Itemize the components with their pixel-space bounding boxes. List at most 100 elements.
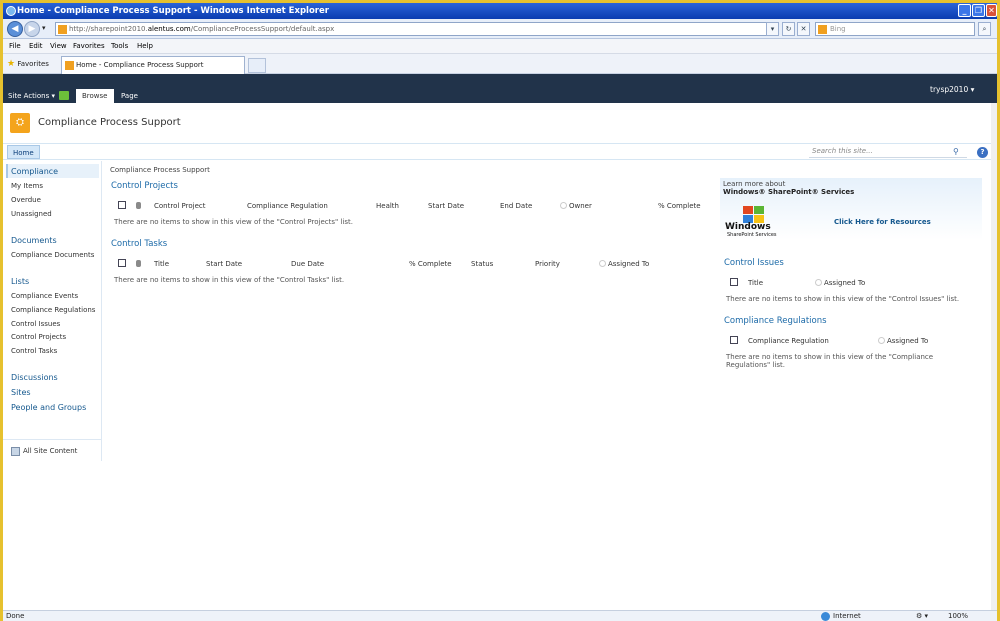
select-all-checkbox[interactable]	[118, 259, 126, 267]
nav-compliance-documents[interactable]: Compliance Documents	[11, 251, 94, 259]
tab-page[interactable]: Page	[115, 89, 144, 103]
site-title[interactable]: Compliance Process Support	[38, 117, 181, 128]
top-navigation: Home Search this site... ⚲ ?	[3, 143, 997, 160]
refresh-button[interactable]: ↻	[782, 22, 795, 36]
site-actions-menu[interactable]: Site Actions ▾	[8, 92, 55, 100]
col-owner[interactable]: Owner	[560, 202, 592, 210]
status-text: Done	[6, 612, 25, 620]
nav-documents[interactable]: Documents	[11, 236, 57, 245]
browser-tab-home[interactable]: Home - Compliance Process Support	[61, 56, 245, 74]
tab-browse[interactable]: Browse	[76, 89, 114, 103]
nav-all-site-content[interactable]: All Site Content	[23, 447, 77, 455]
quick-launch: Compliance My Items Overdue Unassigned D…	[3, 161, 102, 461]
menu-view[interactable]: View	[50, 42, 67, 50]
menu-file[interactable]: File	[9, 42, 21, 50]
bing-search-input[interactable]: Bing	[815, 22, 975, 36]
nav-compliance-regulations[interactable]: Compliance Regulations	[11, 306, 95, 314]
help-icon[interactable]: ?	[977, 147, 988, 158]
control-projects-title[interactable]: Control Projects	[111, 181, 178, 191]
col-assigned-to[interactable]: Assigned To	[878, 337, 928, 345]
attachment-icon	[136, 260, 141, 267]
search-icon: ⌕	[982, 25, 987, 33]
select-all-checkbox[interactable]	[730, 278, 738, 286]
site-search-input[interactable]: Search this site...	[809, 146, 967, 158]
stop-button[interactable]: ✕	[797, 22, 810, 36]
edit-page-icon[interactable]	[59, 91, 69, 100]
close-window-button[interactable]: ✕	[986, 4, 997, 17]
nav-home-tab[interactable]: Home	[7, 145, 40, 159]
control-issues-empty: There are no items to show in this view …	[726, 295, 960, 303]
nav-overdue[interactable]: Overdue	[11, 196, 41, 204]
nav-people-and-groups[interactable]: People and Groups	[11, 403, 86, 412]
nav-compliance[interactable]: Compliance	[11, 167, 58, 176]
user-menu[interactable]: trysp2010 ▾	[930, 85, 974, 94]
col-status[interactable]: Status	[471, 260, 493, 268]
menu-bar: File Edit View Favorites Tools Help	[3, 39, 997, 54]
menu-tools[interactable]: Tools	[111, 42, 128, 50]
promo-learn-more: Learn more about	[723, 180, 786, 188]
col-health[interactable]: Health	[376, 202, 399, 210]
back-button[interactable]: ◀	[7, 21, 23, 37]
minimize-button[interactable]: _	[958, 4, 971, 17]
col-assigned-to[interactable]: Assigned To	[815, 279, 865, 287]
ie-icon	[6, 6, 16, 16]
col-title[interactable]: Title	[154, 260, 169, 268]
resources-link[interactable]: Click Here for Resources	[834, 218, 931, 226]
protected-mode-icon[interactable]: ⚙ ▾	[916, 612, 928, 620]
nav-sites[interactable]: Sites	[11, 388, 31, 397]
col-start-date[interactable]: Start Date	[206, 260, 242, 268]
bing-icon	[818, 25, 827, 34]
select-all-checkbox[interactable]	[118, 201, 126, 209]
logo-sharepoint-text: SharePoint Services	[727, 232, 777, 238]
menu-edit[interactable]: Edit	[29, 42, 43, 50]
history-dropdown-icon[interactable]: ▾	[42, 24, 46, 32]
nav-control-issues[interactable]: Control Issues	[11, 320, 60, 328]
nav-compliance-events[interactable]: Compliance Events	[11, 292, 78, 300]
control-tasks-empty: There are no items to show in this view …	[114, 276, 345, 284]
nav-discussions[interactable]: Discussions	[11, 373, 58, 382]
col-start-date[interactable]: Start Date	[428, 202, 464, 210]
restore-button[interactable]: ❐	[972, 4, 985, 17]
control-issues-title[interactable]: Control Issues	[724, 258, 784, 268]
col-assigned-to-label: Assigned To	[887, 337, 929, 345]
favorites-button[interactable]: ★ Favorites	[7, 59, 49, 69]
nav-lists[interactable]: Lists	[11, 277, 29, 286]
nav-unassigned[interactable]: Unassigned	[11, 210, 52, 218]
compliance-regulations-title[interactable]: Compliance Regulations	[724, 316, 827, 326]
site-logo-icon[interactable]: ⛭	[10, 113, 30, 133]
page-scrollbar[interactable]	[991, 103, 997, 610]
site-search-button[interactable]: ⚲	[953, 147, 959, 156]
zoom-level[interactable]: 100%	[948, 612, 968, 620]
col-end-date[interactable]: End Date	[500, 202, 532, 210]
new-tab-button[interactable]	[248, 58, 266, 73]
control-tasks-title[interactable]: Control Tasks	[111, 239, 167, 249]
col-compliance-regulation[interactable]: Compliance Regulation	[748, 337, 829, 345]
menu-help[interactable]: Help	[137, 42, 153, 50]
control-projects-empty: There are no items to show in this view …	[114, 218, 353, 226]
col-control-project[interactable]: Control Project	[154, 202, 205, 210]
all-site-content-icon	[11, 447, 20, 456]
menu-favorites[interactable]: Favorites	[73, 42, 105, 50]
bing-search-button[interactable]: ⌕	[978, 22, 991, 36]
window-title: Home - Compliance Process Support - Wind…	[17, 6, 329, 16]
col-assigned-to[interactable]: Assigned To	[599, 260, 649, 268]
nav-my-items[interactable]: My Items	[11, 182, 43, 190]
col-percent-complete[interactable]: % Complete	[658, 202, 701, 210]
nav-control-tasks[interactable]: Control Tasks	[11, 347, 57, 355]
security-zone[interactable]: Internet	[833, 612, 861, 620]
col-due-date[interactable]: Due Date	[291, 260, 324, 268]
col-title[interactable]: Title	[748, 279, 763, 287]
col-percent-complete[interactable]: % Complete	[409, 260, 452, 268]
address-input[interactable]: http://sharepoint2010.alentus.com/Compli…	[55, 22, 777, 36]
col-compliance-regulation[interactable]: Compliance Regulation	[247, 202, 328, 210]
presence-icon	[599, 260, 606, 267]
col-assigned-to-label: Assigned To	[608, 260, 650, 268]
nav-control-projects[interactable]: Control Projects	[11, 333, 66, 341]
col-assigned-to-label: Assigned To	[824, 279, 866, 287]
browser-frame: Home - Compliance Process Support - Wind…	[0, 0, 1000, 621]
col-owner-label: Owner	[569, 202, 592, 210]
address-dropdown-button[interactable]: ▾	[766, 22, 779, 36]
select-all-checkbox[interactable]	[730, 336, 738, 344]
forward-button[interactable]: ▶	[24, 21, 40, 37]
col-priority[interactable]: Priority	[535, 260, 560, 268]
